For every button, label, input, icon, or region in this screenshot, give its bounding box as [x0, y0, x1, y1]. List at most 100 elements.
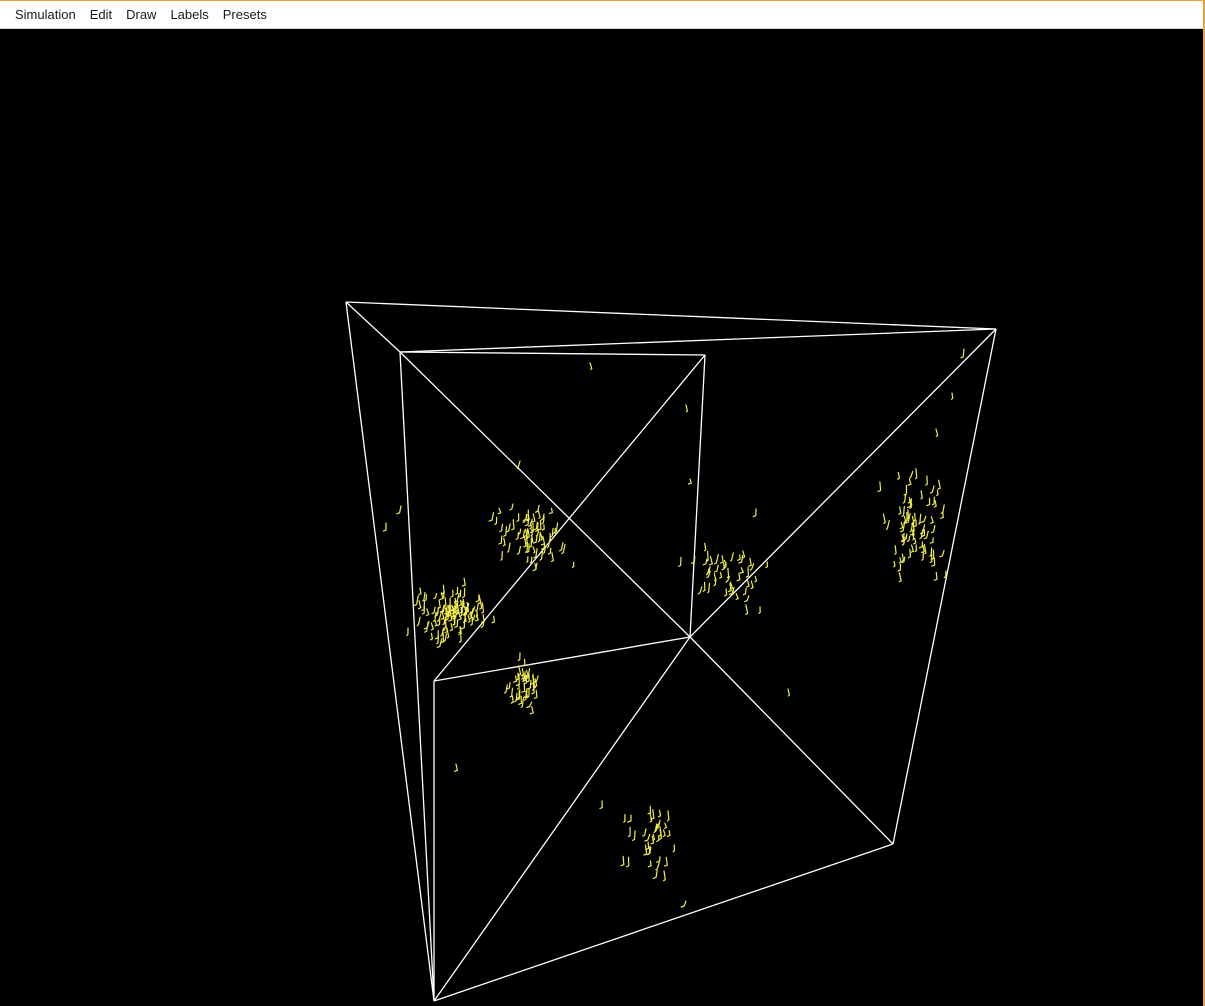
particle-streak	[413, 595, 419, 606]
particle-streak	[918, 541, 924, 549]
particle-streak	[481, 614, 485, 623]
particle-streak	[649, 813, 653, 823]
particle-streak	[925, 475, 928, 486]
particle-streak	[901, 553, 905, 562]
simulation-viewport[interactable]	[0, 29, 1203, 1006]
particle-streak	[529, 706, 534, 715]
particle-streak	[898, 557, 902, 564]
particle-streak	[461, 577, 466, 587]
wireframe-edge	[433, 636, 691, 682]
particle-streak	[529, 556, 533, 564]
particle-streak	[652, 869, 658, 879]
particle-streak	[739, 567, 745, 574]
particle-streak	[627, 814, 632, 823]
particle-streak	[418, 600, 422, 610]
particle-streak	[623, 814, 626, 823]
particle-streak	[931, 496, 935, 506]
particle-streak	[532, 534, 538, 544]
particle-streak	[647, 805, 652, 815]
particle-streak	[935, 428, 939, 437]
particle-streak	[522, 513, 528, 521]
particle-streak	[571, 561, 575, 568]
menu-labels[interactable]: Labels	[163, 3, 215, 27]
particle-streak	[933, 571, 938, 581]
menu-edit[interactable]: Edit	[83, 3, 119, 27]
particle-streak	[430, 622, 435, 631]
particle-streak	[599, 800, 603, 810]
particle-streak	[723, 559, 727, 567]
particle-streak	[644, 834, 651, 842]
menu-presets[interactable]: Presets	[216, 3, 274, 27]
particle-streak	[726, 567, 730, 579]
particle-streak	[748, 557, 752, 567]
particle-streak	[462, 614, 466, 623]
particle-streak	[549, 527, 554, 538]
particle-streak	[475, 594, 480, 603]
particle-streak	[939, 550, 945, 558]
particle-streak	[531, 683, 535, 695]
particle-streak	[509, 503, 514, 511]
wireframe-box	[345, 301, 997, 1002]
particle-streak	[589, 362, 593, 370]
wireframe-edge	[689, 328, 997, 638]
particle-streak	[510, 695, 514, 704]
menu-simulation[interactable]: Simulation	[8, 3, 83, 27]
particle-streak	[537, 531, 541, 543]
particle-streak	[744, 595, 750, 603]
particle-streak	[737, 554, 741, 561]
particle-streak	[491, 615, 496, 624]
particle-streak	[533, 521, 538, 531]
particle-streak	[520, 668, 525, 677]
particle-streak	[943, 570, 947, 579]
particle-streak	[745, 566, 750, 578]
simulation-canvas[interactable]	[0, 29, 1203, 1006]
particle-streak	[497, 507, 502, 515]
particle-streak	[920, 490, 923, 500]
particle-streak	[627, 826, 631, 838]
particle-streak	[516, 513, 520, 522]
particle-streak	[787, 688, 791, 697]
particle-streak	[730, 552, 734, 562]
particle-streak	[533, 689, 538, 699]
particle-streak	[516, 546, 521, 555]
particle-streak	[494, 516, 498, 525]
particle-streak	[541, 524, 545, 531]
menu-draw[interactable]: Draw	[119, 3, 163, 27]
particle-streak	[913, 512, 916, 522]
particle-streak	[940, 504, 945, 514]
particle-streak	[752, 508, 757, 518]
particle-streak	[714, 553, 719, 565]
particle-streak	[746, 580, 750, 588]
particle-streak	[534, 563, 537, 571]
particle-streak	[422, 591, 426, 602]
wireframe-edge	[399, 328, 997, 353]
particle-streak	[930, 516, 934, 524]
particle-streak	[950, 392, 954, 400]
wireframe-edge	[399, 351, 706, 356]
particle-streak	[458, 626, 462, 634]
particle-streak	[713, 573, 717, 581]
particle-streak	[754, 576, 758, 583]
particle-streak	[444, 624, 449, 634]
particle-streak	[547, 547, 552, 555]
particle-streak	[666, 830, 671, 837]
particle-streak	[436, 634, 439, 645]
particle-streak	[745, 604, 749, 615]
particle-streak	[647, 860, 652, 868]
particle-streak	[666, 810, 670, 822]
menu-bar: Simulation Edit Draw Labels Presets	[0, 1, 1203, 29]
wireframe-edge	[892, 328, 997, 845]
particle-streak	[503, 526, 508, 537]
particle-streak	[685, 404, 689, 413]
particle-streak	[396, 505, 402, 515]
particle-streak	[687, 478, 693, 485]
particle-streak	[504, 684, 508, 694]
particle-streak	[488, 512, 495, 522]
wireframe-edge	[433, 354, 706, 682]
particle-streak	[877, 481, 882, 492]
particle-streak	[521, 658, 526, 667]
particle-streak	[425, 608, 430, 617]
particle-streak	[652, 833, 656, 841]
particle-streak	[550, 552, 554, 563]
particle-streak	[742, 587, 747, 596]
